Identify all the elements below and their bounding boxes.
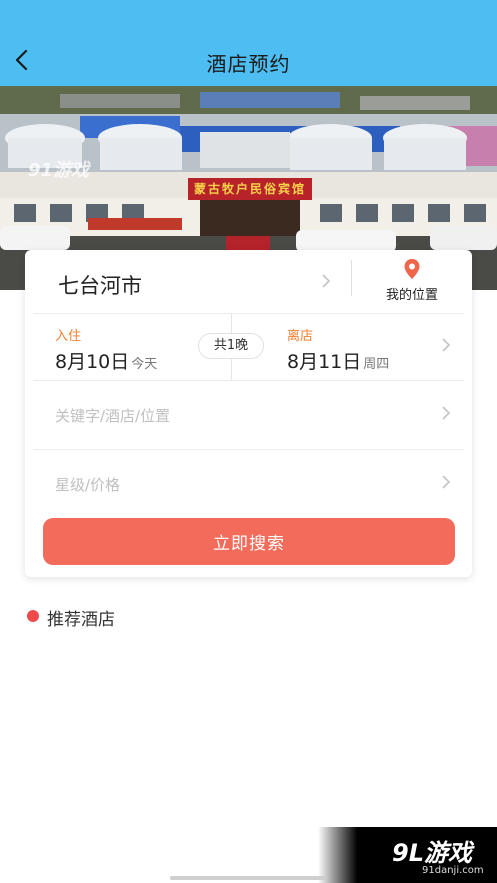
chevron-right-icon	[441, 337, 451, 357]
date-range-row: 入住 8月10日 今天 离店 8月11日 周四 共1晚	[25, 313, 472, 380]
city-name: 七台河市	[58, 274, 142, 298]
checkin-date-value: 8月10日	[55, 351, 130, 373]
hero-watermark: 91游戏	[28, 160, 90, 181]
chevron-right-icon	[321, 273, 331, 293]
checkout-weekday: 周四	[363, 357, 390, 372]
star-price-filter[interactable]: 星级/价格	[25, 450, 472, 518]
divider	[351, 260, 352, 296]
checkout-date-value: 8月11日	[287, 351, 362, 373]
section-dot-icon	[27, 610, 39, 622]
home-indicator[interactable]	[170, 876, 326, 880]
app-header: 酒店预约	[0, 0, 497, 86]
location-pin-icon	[404, 259, 420, 279]
nights-count-badge: 共1晚	[198, 333, 264, 359]
badge-logo: 9L游戏	[392, 839, 472, 867]
search-button[interactable]: 立即搜索	[43, 518, 455, 565]
checkout-label: 离店	[287, 329, 314, 344]
checkin-label: 入住	[55, 329, 82, 344]
hotel-sign: 蒙古牧户民俗宾馆	[188, 178, 312, 200]
keyword-placeholder: 关键字/酒店/位置	[55, 407, 171, 425]
my-location-label: 我的位置	[385, 288, 438, 303]
watermark-badge: 9L游戏 91danji.com	[318, 827, 497, 883]
recommended-title: 推荐酒店	[47, 610, 115, 630]
checkin-date: 8月10日 今天	[55, 347, 157, 374]
chevron-right-icon	[441, 405, 451, 425]
checkout-date: 8月11日 周四	[287, 347, 389, 374]
checkout-date-picker[interactable]: 离店 8月11日 周四	[232, 313, 472, 380]
hotel-search-card: 七台河市 我的位置 入住 8月10日 今天 离店 8月11日 周四 共1晚 关键…	[25, 250, 472, 577]
badge-url: 91danji.com	[422, 865, 484, 876]
page-title: 酒店预约	[206, 52, 291, 76]
checkin-weekday: 今天	[131, 357, 158, 372]
chevron-right-icon	[441, 474, 451, 494]
star-price-placeholder: 星级/价格	[55, 476, 121, 494]
my-location-button[interactable]: 我的位置	[370, 258, 454, 306]
keyword-search-field[interactable]: 关键字/酒店/位置	[25, 381, 472, 449]
